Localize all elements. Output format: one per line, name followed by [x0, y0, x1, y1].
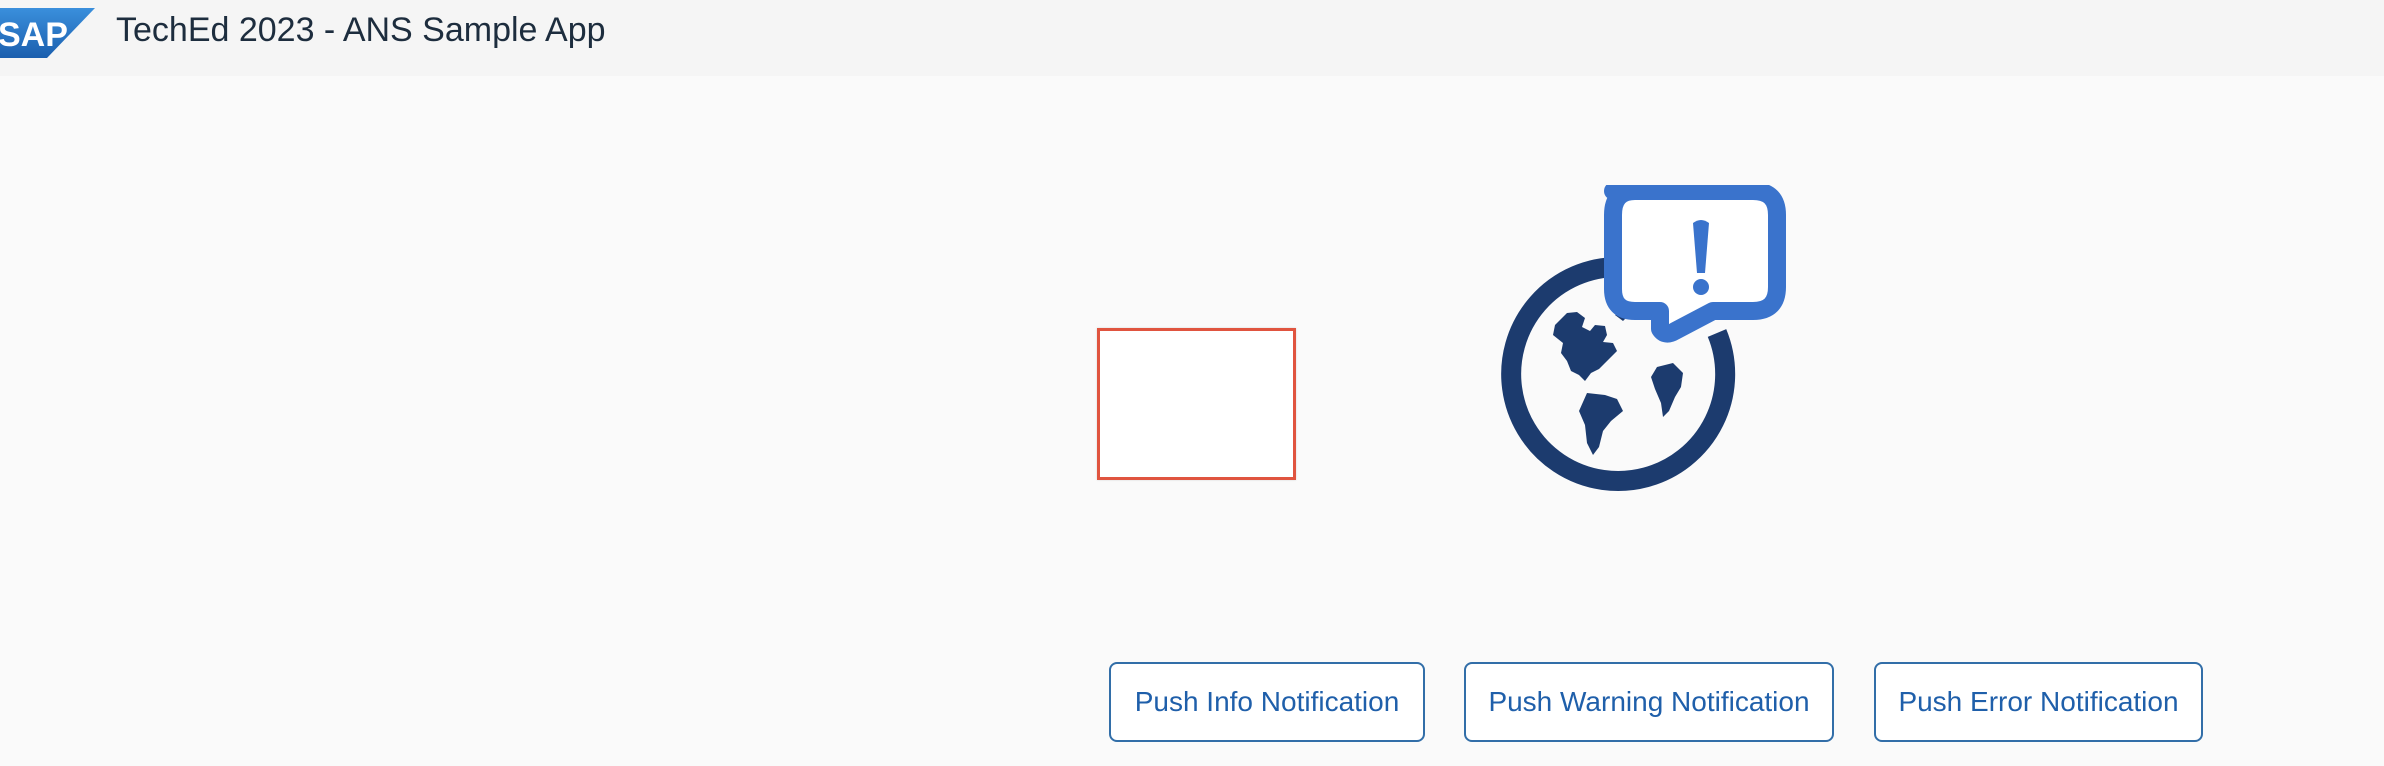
- exclamation-dot: [1693, 279, 1709, 295]
- logo-text: SAP: [0, 16, 68, 54]
- empty-frame: [1097, 328, 1296, 480]
- continent-africa: [1651, 363, 1683, 417]
- push-warning-notification-button[interactable]: Push Warning Notification: [1464, 662, 1834, 742]
- app-title: TechEd 2023 - ANS Sample App: [116, 11, 606, 49]
- globe-notification-icon: [1501, 185, 1786, 491]
- sap-logo[interactable]: SAP: [0, 8, 95, 58]
- push-info-notification-button[interactable]: Push Info Notification: [1109, 662, 1425, 742]
- continent-south-america: [1579, 393, 1623, 455]
- push-error-notification-button[interactable]: Push Error Notification: [1874, 662, 2203, 742]
- continent-north-america: [1553, 312, 1617, 381]
- shell-bar: SAP TechEd 2023 - ANS Sample App: [0, 0, 2384, 76]
- speech-bubble: [1604, 185, 1786, 343]
